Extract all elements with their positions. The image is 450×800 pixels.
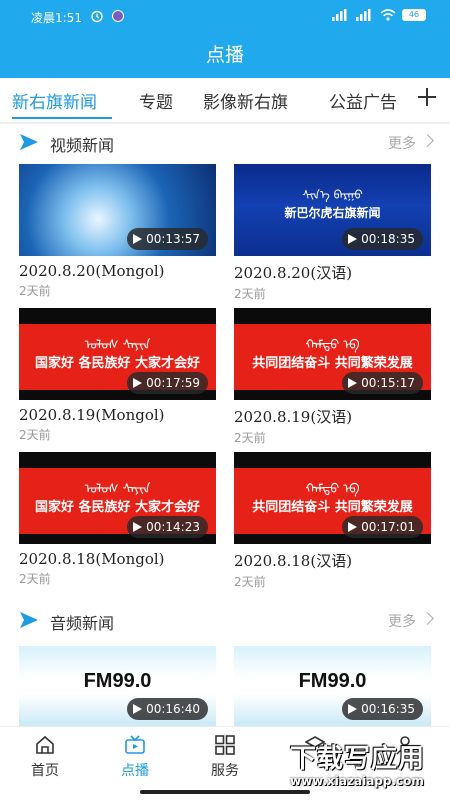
duration-badge: 00:13:57 bbox=[127, 228, 208, 250]
chevron-right-icon[interactable] bbox=[421, 134, 434, 147]
play-icon bbox=[348, 378, 358, 388]
tab-strip[interactable]: 新右旗新闻 专题 影像新右旗 公益广告 bbox=[0, 78, 405, 122]
thumbnail-text: 新巴尔虎右旗新闻 bbox=[284, 206, 381, 220]
video-title: 2020.8.20(Mongol) bbox=[19, 262, 165, 280]
video-date: 2天前 bbox=[19, 572, 51, 586]
thumbnail-text: 共同团结奋斗 共同繁荣发展 bbox=[252, 356, 413, 371]
active-tab-indicator bbox=[12, 117, 112, 119]
video-date: 2天前 bbox=[19, 284, 51, 298]
play-icon bbox=[133, 704, 143, 714]
thumbnail-mongolian-text: ᠤᠯᠤᠰ ᠰᠠᠶᠢᠨ bbox=[84, 482, 151, 497]
video-date: 2天前 bbox=[234, 287, 266, 301]
nav-vod[interactable]: 点播 bbox=[100, 727, 170, 787]
tab-news[interactable]: 新右旗新闻 bbox=[12, 88, 97, 113]
audio-card[interactable]: FM99.0 00:16:40 bbox=[19, 646, 216, 726]
more-link[interactable]: 更多 bbox=[388, 611, 416, 631]
battery-icon: 46 bbox=[402, 9, 426, 21]
thumbnail-mongolian-text: ᠤᠯᠤᠰ ᠰᠠᠶᠢᠨ bbox=[84, 338, 151, 353]
audio-section-header: 音频新闻 更多 bbox=[0, 607, 450, 637]
video-date: 2天前 bbox=[234, 431, 266, 445]
video-thumbnail[interactable]: ᠤᠯᠤᠰ ᠰᠠᠶᠢᠨ 国家好 各民族好 大家才会好 00:14:23 bbox=[19, 452, 216, 544]
chevron-right-icon[interactable] bbox=[421, 612, 434, 625]
status-bar: 凌晨1:51 46 bbox=[0, 0, 450, 32]
duration-badge: 00:17:01 bbox=[342, 516, 423, 538]
tab-ads[interactable]: 公益广告 bbox=[329, 88, 397, 113]
play-icon bbox=[133, 378, 143, 388]
thumbnail-mongolian-text: ᠬᠠᠮᠲᠤ ᠡᠪ bbox=[305, 482, 360, 497]
audio-card[interactable]: FM99.0 00:16:35 bbox=[234, 646, 431, 726]
video-thumbnail[interactable]: ᠬᠠᠮᠲᠤ ᠡᠪ 共同团结奋斗 共同繁荣发展 00:17:01 bbox=[234, 452, 431, 544]
play-icon bbox=[133, 522, 143, 532]
play-icon bbox=[348, 522, 358, 532]
video-card[interactable]: ᠰᠢᠨ᠎ᠡ ᠪᠠᠷᠭᠤ 新巴尔虎右旗新闻 00:18:35 2020.8.20(… bbox=[234, 164, 431, 302]
home-icon bbox=[36, 735, 54, 754]
thumbnail-text: 共同团结奋斗 共同繁荣发展 bbox=[252, 500, 413, 515]
video-date: 2天前 bbox=[234, 575, 266, 589]
nav-service[interactable]: 服务 bbox=[190, 727, 260, 787]
thumbnail-mongolian-text: ᠰᠢᠨ᠎ᠡ ᠪᠠᠷᠭᠤ bbox=[302, 188, 363, 202]
duration-badge: 00:17:59 bbox=[127, 372, 208, 394]
video-title: 2020.8.18(Mongol) bbox=[19, 550, 165, 568]
play-icon bbox=[348, 234, 358, 244]
play-icon bbox=[348, 704, 358, 714]
audio-thumbnail[interactable]: FM99.0 00:16:40 bbox=[19, 646, 216, 726]
page-title: 点播 bbox=[205, 44, 244, 66]
audio-thumbnail[interactable]: FM99.0 00:16:35 bbox=[234, 646, 431, 726]
app-notification-icon bbox=[112, 10, 124, 22]
duration-badge: 00:14:23 bbox=[127, 516, 208, 538]
status-time: 凌晨1:51 bbox=[31, 11, 82, 25]
section-title: 音频新闻 bbox=[50, 614, 115, 633]
video-title: 2020.8.20(汉语) bbox=[234, 264, 353, 282]
alarm-icon bbox=[91, 10, 103, 23]
video-thumbnail[interactable]: ᠤᠯᠤᠰ ᠰᠠᠶᠢᠨ 国家好 各民族好 大家才会好 00:17:59 bbox=[19, 308, 216, 400]
fm-frequency: FM99.0 bbox=[83, 670, 152, 692]
app-header: 凌晨1:51 46 点播 bbox=[0, 0, 450, 78]
duration-badge: 00:16:35 bbox=[342, 698, 423, 720]
video-title: 2020.8.19(汉语) bbox=[234, 408, 353, 426]
video-thumbnail[interactable]: ᠰᠢᠨ᠎ᠡ ᠪᠠᠷᠭᠤ 新巴尔虎右旗新闻 00:18:35 bbox=[234, 164, 431, 256]
tab-video[interactable]: 影像新右旗 bbox=[203, 88, 288, 113]
fm-frequency: FM99.0 bbox=[298, 670, 367, 692]
video-thumbnail[interactable]: 00:13:57 bbox=[19, 164, 216, 256]
wifi-icon bbox=[380, 9, 396, 21]
category-tabs: 新右旗新闻 专题 影像新右旗 公益广告 bbox=[0, 78, 450, 122]
grid-icon bbox=[215, 735, 235, 755]
video-card[interactable]: ᠤᠯᠤᠰ ᠰᠠᠶᠢᠨ 国家好 各民族好 大家才会好 00:17:59 2020.… bbox=[19, 308, 216, 443]
more-link[interactable]: 更多 bbox=[388, 133, 416, 153]
video-section-header: 视频新闻 更多 bbox=[0, 129, 450, 159]
video-card[interactable]: ᠤᠯᠤᠰ ᠰᠠᠶᠢᠨ 国家好 各民族好 大家才会好 00:14:23 2020.… bbox=[19, 452, 216, 587]
signal-icon bbox=[332, 9, 347, 21]
duration-badge: 00:18:35 bbox=[342, 228, 423, 250]
tab-special[interactable]: 专题 bbox=[139, 88, 173, 113]
video-date: 2天前 bbox=[19, 428, 51, 442]
send-arrow-icon bbox=[20, 612, 38, 628]
thumbnail-mongolian-text: ᠬᠠᠮᠲᠤ ᠡᠪ bbox=[305, 338, 360, 353]
video-title: 2020.8.18(汉语) bbox=[234, 552, 353, 570]
video-card[interactable]: ᠬᠠᠮᠲᠤ ᠡᠪ 共同团结奋斗 共同繁荣发展 00:15:17 2020.8.1… bbox=[234, 308, 431, 446]
play-icon bbox=[133, 234, 143, 244]
signal-icon-2 bbox=[356, 9, 371, 21]
video-card[interactable]: ᠬᠠᠮᠲᠤ ᠡᠪ 共同团结奋斗 共同繁荣发展 00:17:01 2020.8.1… bbox=[234, 452, 431, 590]
status-indicators: 46 bbox=[332, 9, 426, 21]
duration-badge: 00:16:40 bbox=[127, 698, 208, 720]
section-title: 视频新闻 bbox=[50, 136, 115, 155]
video-card[interactable]: 00:13:57 2020.8.20(Mongol) 2天前 bbox=[19, 164, 216, 299]
home-indicator[interactable] bbox=[140, 790, 310, 794]
video-title: 2020.8.19(Mongol) bbox=[19, 406, 165, 424]
divider bbox=[0, 122, 450, 124]
duration-badge: 00:15:17 bbox=[342, 372, 423, 394]
nav-home[interactable]: 首页 bbox=[10, 727, 80, 787]
send-arrow-icon bbox=[20, 134, 38, 150]
video-thumbnail[interactable]: ᠬᠠᠮᠲᠤ ᠡᠪ 共同团结奋斗 共同繁荣发展 00:15:17 bbox=[234, 308, 431, 400]
add-tab-icon[interactable] bbox=[416, 86, 438, 108]
video-icon bbox=[125, 735, 145, 754]
thumbnail-text: 国家好 各民族好 大家才会好 bbox=[34, 356, 201, 371]
thumbnail-text: 国家好 各民族好 大家才会好 bbox=[34, 500, 201, 515]
site-watermark: 下载写应用 www.xiazaiapp.com bbox=[290, 744, 426, 788]
